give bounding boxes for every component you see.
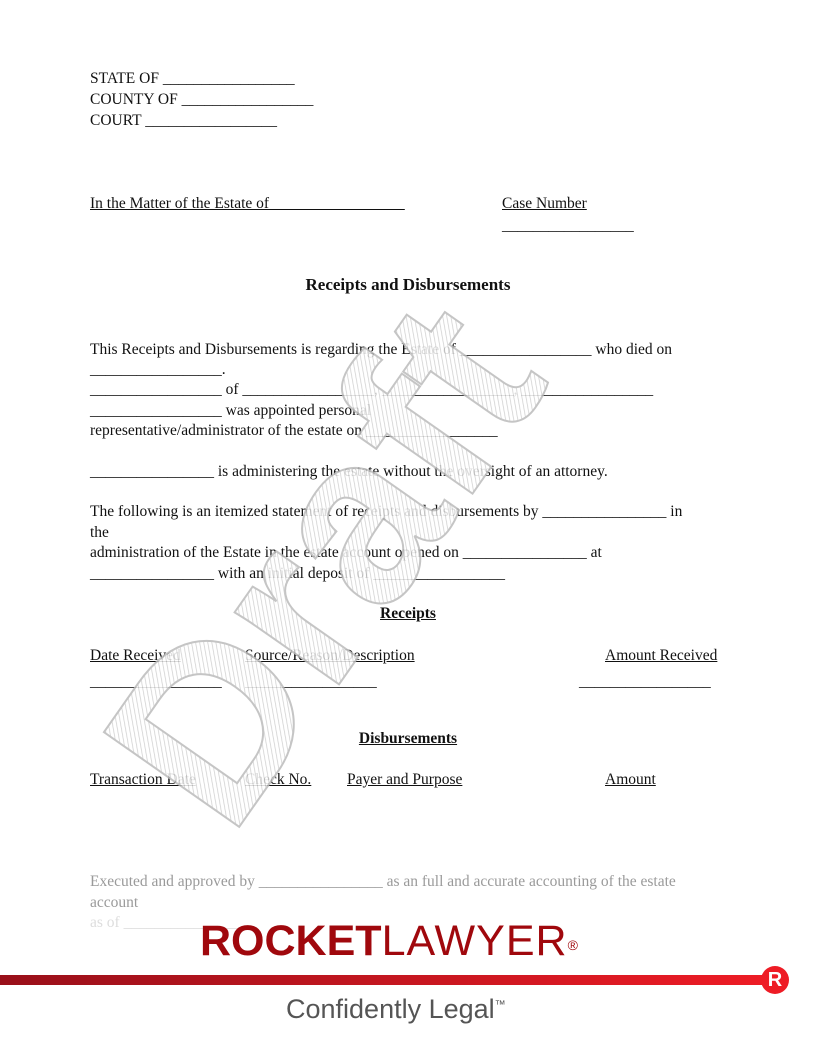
receipts-col-amount: Amount Received — [605, 647, 718, 664]
tagline-text: Confidently Legal — [286, 994, 495, 1024]
rocket-r-badge-icon: R — [761, 966, 789, 994]
body-line-6: ________________ is administering the es… — [90, 463, 608, 480]
body-line-2: _________________. — [90, 361, 226, 378]
body-line-4: _________________ was appointed personal — [90, 402, 372, 419]
logo-lawyer: LAWYER — [381, 917, 568, 965]
receipts-blank-amount: _________________ — [579, 673, 711, 690]
trademark-mark: ™ — [494, 999, 506, 1011]
closing-line-1: Executed and approved by _______________… — [90, 873, 676, 890]
brand-bar — [0, 975, 770, 985]
body-line-7: The following is an itemized statement o… — [90, 503, 683, 520]
document-title: Receipts and Disbursements — [305, 275, 511, 294]
closing-line-2: account — [90, 894, 139, 911]
state-line: STATE OF _________________ — [90, 70, 295, 87]
case-number-label: Case Number — [502, 195, 587, 212]
court-line: COURT _________________ — [90, 112, 277, 129]
receipts-blank-source: _________________ — [245, 673, 377, 690]
disbursements-heading: Disbursements — [358, 730, 458, 747]
county-line: COUNTY OF _________________ — [90, 91, 314, 108]
tagline: Confidently Legal™ — [286, 994, 506, 1025]
body-line-1: This Receipts and Disbursements is regar… — [90, 341, 673, 358]
receipts-blank-date: _________________ — [90, 673, 222, 690]
body-line-8: the — [90, 524, 109, 541]
disb-col-amount: Amount — [605, 771, 656, 788]
body-line-10: ________________ with an initial deposit… — [90, 565, 506, 582]
receipts-col-source: Source/Reason/Description — [245, 647, 415, 664]
case-number-blank: _________________ — [502, 217, 634, 234]
body-line-5: representative/administrator of the esta… — [90, 422, 498, 439]
body-line-9: administration of the Estate in the esta… — [90, 544, 602, 561]
receipts-col-date: Date Received — [90, 647, 181, 664]
disb-col-payer: Payer and Purpose — [347, 771, 463, 788]
receipts-heading: Receipts — [380, 605, 436, 622]
registered-mark: ® — [567, 937, 578, 953]
estate-of-line: In the Matter of the Estate of _________… — [90, 195, 405, 212]
rocket-lawyer-logo: ROCKETLAWYER® — [200, 918, 578, 964]
disb-col-check: Check No. — [245, 771, 312, 788]
logo-rocket: ROCKET — [200, 917, 382, 965]
body-line-3: _________________ of _________________, … — [90, 381, 654, 398]
disb-col-date: Transaction Date — [90, 771, 196, 788]
